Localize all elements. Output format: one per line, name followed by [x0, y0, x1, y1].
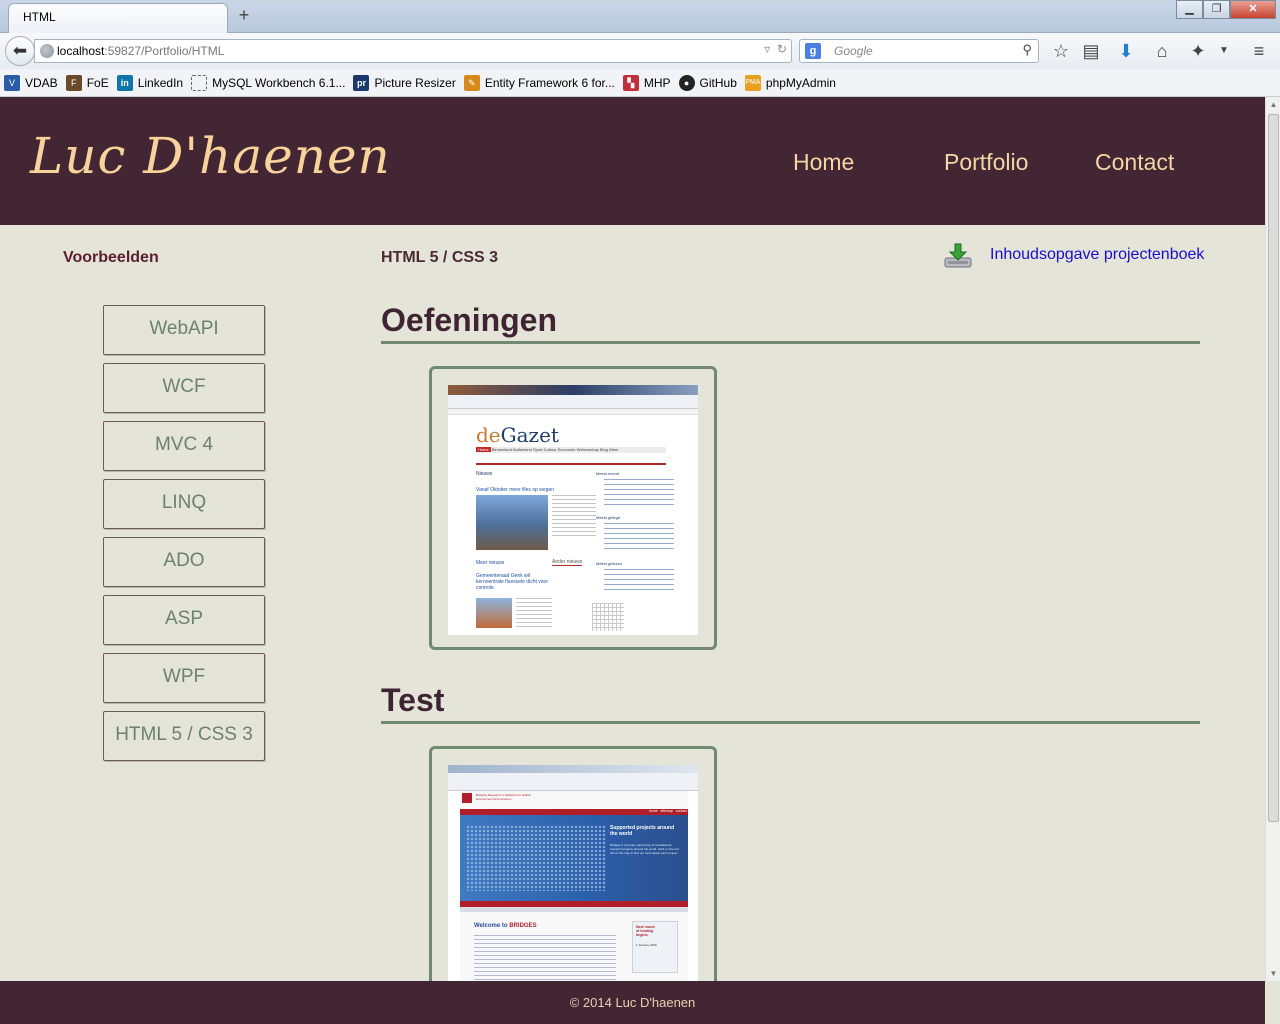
page-title: HTML 5 / CSS 3: [381, 249, 499, 266]
bookmark-picture-resizer[interactable]: pr Picture Resizer: [353, 74, 456, 91]
search-bar[interactable]: g Google ⚲: [799, 39, 1039, 63]
tab-title: HTML: [23, 10, 56, 24]
sidebar-item-html5-css3[interactable]: HTML 5 / CSS 3: [103, 711, 265, 761]
world-map: Supported projects around the world Brid…: [460, 815, 688, 901]
download-link[interactable]: Inhoudsopgave projectenboek: [990, 246, 1204, 264]
google-icon[interactable]: g: [805, 43, 821, 59]
picture-resizer-icon: pr: [353, 74, 370, 91]
sidebar-item-asp[interactable]: ASP: [103, 595, 265, 645]
mhp-icon: ▚: [622, 74, 639, 91]
minimize-icon[interactable]: ▁: [1176, 0, 1203, 19]
bookmark-github[interactable]: ● GitHub: [678, 74, 737, 91]
city-photo: [476, 495, 548, 550]
section-title-test: Test: [381, 682, 445, 718]
foe-icon: F: [65, 74, 82, 91]
menu-icon[interactable]: ≡: [1247, 41, 1271, 62]
vdab-icon: V: [4, 74, 20, 91]
browser-tab[interactable]: HTML: [8, 3, 228, 33]
github-icon: ●: [678, 74, 695, 91]
sidebar-item-wpf[interactable]: WPF: [103, 653, 265, 703]
vertical-scrollbar[interactable]: ▲ ▼: [1265, 97, 1280, 981]
bookmark-mysql[interactable]: MySQL Workbench 6.1...: [191, 74, 345, 91]
scroll-up-icon[interactable]: ▲: [1266, 97, 1280, 112]
page: Luc D'haenen Home Portfolio Contact Voor…: [0, 97, 1265, 1024]
browser-navbar: ⬅ localhost:59827/Portfolio/HTML ▿ ↻ g G…: [0, 33, 1280, 69]
download-disk-icon[interactable]: [943, 242, 973, 270]
entity-framework-icon: ✎: [463, 74, 480, 91]
bridges-welcome: Welcome to BRIDGES: [474, 923, 537, 929]
sidebar-item-webapi[interactable]: WebAPI: [103, 305, 265, 355]
scroll-down-icon[interactable]: ▼: [1266, 966, 1280, 981]
bookmark-linkedin[interactable]: in LinkedIn: [116, 74, 183, 91]
copyright-text: © 2014 Luc D'haenen: [569, 995, 696, 1010]
bookmark-entity-framework[interactable]: ✎ Entity Framework 6 for...: [463, 74, 615, 91]
reload-icon[interactable]: ▿ ↻: [764, 42, 787, 56]
site-header: Luc D'haenen Home Portfolio Contact: [0, 97, 1265, 225]
back-icon[interactable]: ⬅: [5, 36, 35, 66]
project-thumbnail[interactable]: deGazet Home Binnenland Buitenland Sport…: [429, 366, 717, 650]
bookmark-foe[interactable]: F FoE: [65, 74, 109, 91]
nav-home[interactable]: Home: [793, 149, 854, 176]
section-divider: [381, 721, 1200, 724]
section-divider: [381, 341, 1200, 344]
star-icon[interactable]: ☆: [1049, 41, 1073, 62]
url-bar[interactable]: localhost:59827/Portfolio/HTML ▿ ↻: [34, 39, 792, 63]
gazet-menu: Home Binnenland Buitenland Sport Cultuur…: [476, 447, 666, 453]
bookmark-mhp[interactable]: ▚ MHP: [622, 74, 671, 91]
bookmark-phpmyadmin[interactable]: PMA phpMyAdmin: [744, 74, 836, 91]
window-controls: ▁ ❐ ✕: [1176, 0, 1276, 19]
home-icon[interactable]: ⌂: [1150, 41, 1174, 62]
browser-titlebar: HTML + ▁ ❐ ✕: [0, 0, 1280, 33]
gazet-logo: deGazet: [476, 423, 559, 447]
section-title-oefeningen: Oefeningen: [381, 302, 558, 338]
chevron-down-icon[interactable]: ▼: [1212, 45, 1236, 56]
nav-contact[interactable]: Contact: [1095, 149, 1174, 176]
linkedin-icon: in: [116, 74, 133, 91]
url-text: localhost:59827/Portfolio/HTML: [57, 44, 225, 58]
screenshot-bridges: Bridging Research in Statistics for Glob…: [448, 765, 698, 1015]
search-placeholder: Google: [834, 44, 873, 58]
sidebar-item-mvc4[interactable]: MVC 4: [103, 421, 265, 471]
maximize-icon[interactable]: ❐: [1203, 0, 1230, 19]
bridges-logo: [462, 793, 472, 803]
bookmarks-bar: V VDAB F FoE in LinkedIn MySQL Workbench 6.…: [0, 69, 1280, 97]
site-footer: © 2014 Luc D'haenen: [0, 981, 1265, 1024]
addon-icon[interactable]: ✦: [1186, 41, 1210, 62]
sidebar-item-linq[interactable]: LINQ: [103, 479, 265, 529]
phpmyadmin-icon: PMA: [744, 74, 761, 91]
bridge-photo: [476, 598, 512, 628]
bookmark-vdab[interactable]: V VDAB: [4, 74, 58, 91]
reading-list-icon[interactable]: ▤: [1079, 41, 1103, 62]
page-icon: [191, 74, 208, 91]
scrollbar-thumb[interactable]: [1268, 114, 1279, 822]
site-logo[interactable]: Luc D'haenen: [30, 127, 391, 185]
download-icon[interactable]: ⬇: [1114, 41, 1138, 62]
close-icon[interactable]: ✕: [1230, 0, 1276, 19]
new-tab-icon[interactable]: +: [234, 5, 254, 26]
sidebar-title: Voorbeelden: [63, 249, 159, 266]
sidebar-item-wcf[interactable]: WCF: [103, 363, 265, 413]
screenshot-gazet: deGazet Home Binnenland Buitenland Sport…: [448, 385, 698, 635]
globe-icon: [40, 44, 54, 58]
nav-portfolio[interactable]: Portfolio: [944, 149, 1028, 176]
search-icon[interactable]: ⚲: [1022, 42, 1032, 58]
sidebar-item-ado[interactable]: ADO: [103, 537, 265, 587]
